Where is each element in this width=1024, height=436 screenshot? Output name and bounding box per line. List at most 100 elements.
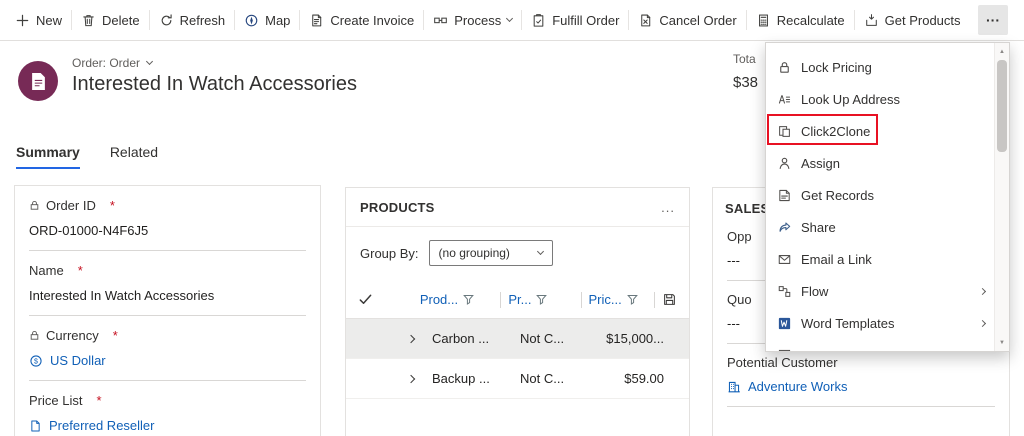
menu-item-label: Look Up Address bbox=[801, 91, 901, 107]
product-row[interactable]: Carbon ... Not C... $15,000... bbox=[346, 319, 689, 359]
filter-funnel-icon[interactable] bbox=[536, 294, 548, 305]
more-commands-button[interactable]: ··· bbox=[978, 5, 1008, 35]
new-button-label: New bbox=[36, 12, 63, 28]
price-list-label: Price List bbox=[29, 393, 83, 408]
order-entity-badge bbox=[18, 61, 58, 101]
scrollbar-thumb[interactable] bbox=[997, 60, 1007, 152]
recalculate-button[interactable]: Recalculate bbox=[747, 0, 854, 41]
order-id-label: Order ID bbox=[46, 198, 96, 213]
total-amount-value: $38 bbox=[733, 74, 759, 91]
products-table-header: Prod... Pr... Pric... bbox=[346, 281, 689, 319]
row-expand-chevron-icon[interactable] bbox=[390, 374, 432, 383]
delete-button[interactable]: Delete bbox=[72, 0, 149, 41]
header-total: Tota $38 bbox=[733, 52, 758, 91]
total-amount-label: Tota bbox=[733, 52, 756, 66]
row-expand-chevron-icon[interactable] bbox=[390, 334, 432, 343]
record-type-switcher[interactable]: Order: Order bbox=[72, 56, 154, 70]
products-header: PRODUCTS ... bbox=[346, 188, 689, 227]
svg-text:$: $ bbox=[34, 358, 38, 365]
tab-related[interactable]: Related bbox=[110, 144, 158, 169]
price-list-field: Price List * Preferred Reseller bbox=[15, 381, 320, 436]
submenu-chevron-icon bbox=[978, 287, 987, 295]
column-separator bbox=[654, 291, 655, 308]
menu-item-click2clone[interactable]: Click2Clone bbox=[766, 115, 993, 147]
column-label: Pric... bbox=[588, 292, 622, 307]
email-icon bbox=[777, 252, 792, 267]
menu-item-label: Word Templates bbox=[801, 315, 895, 331]
column-header-product[interactable]: Prod... bbox=[420, 292, 494, 307]
select-all-checkmark-icon[interactable] bbox=[358, 292, 385, 307]
column-header-pricing[interactable]: Pr... bbox=[508, 292, 573, 307]
chevron-down-icon bbox=[506, 14, 514, 23]
word-icon bbox=[777, 316, 792, 331]
create-invoice-button[interactable]: Create Invoice bbox=[300, 0, 423, 41]
dynamics-order-page: New Delete Refresh Map Create Invoice Pr… bbox=[0, 0, 1024, 436]
lock-icon bbox=[29, 200, 40, 211]
assign-person-icon bbox=[777, 156, 792, 171]
menu-item-assign[interactable]: Assign bbox=[766, 147, 993, 179]
name-field: Name * Interested In Watch Accessories bbox=[15, 251, 320, 316]
share-icon bbox=[777, 220, 792, 235]
potential-customer-field: Potential Customer Adventure Works bbox=[713, 344, 1009, 407]
more-commands-menu: Lock Pricing Click2Clone Look Up Address… bbox=[765, 42, 1010, 352]
group-by-label: Group By: bbox=[360, 245, 419, 261]
product-pricing-cell: Not C... bbox=[520, 331, 565, 346]
report-icon bbox=[777, 348, 792, 351]
order-id-value[interactable]: ORD-01000-N4F6J5 bbox=[29, 213, 306, 251]
save-view-icon[interactable] bbox=[662, 292, 677, 307]
menu-item-word-templates[interactable]: Word Templates bbox=[766, 307, 993, 339]
currency-value: US Dollar bbox=[50, 353, 106, 368]
menu-item-run-report[interactable]: Run Report bbox=[766, 339, 993, 351]
command-bar: New Delete Refresh Map Create Invoice Pr… bbox=[0, 0, 1024, 41]
potential-customer-link[interactable]: Adventure Works bbox=[727, 370, 995, 407]
tab-summary[interactable]: Summary bbox=[16, 144, 80, 169]
menu-item-flow[interactable]: Flow bbox=[766, 275, 993, 307]
submenu-chevron-icon bbox=[978, 319, 987, 327]
map-button[interactable]: Map bbox=[235, 0, 299, 41]
product-price-cell: $59.00 bbox=[624, 371, 664, 386]
currency-field: Currency * $ US Dollar bbox=[15, 316, 320, 381]
field-label-row: Name * bbox=[29, 251, 306, 278]
price-list-value-link[interactable]: Preferred Reseller bbox=[29, 408, 306, 436]
new-button[interactable]: New bbox=[6, 0, 71, 41]
refresh-button[interactable]: Refresh bbox=[150, 0, 235, 41]
delete-button-label: Delete bbox=[102, 12, 140, 28]
menu-item-share[interactable]: Share bbox=[766, 211, 993, 243]
fulfill-order-button[interactable]: Fulfill Order bbox=[522, 0, 628, 41]
filter-funnel-icon[interactable] bbox=[626, 294, 638, 305]
calculator-icon bbox=[756, 13, 771, 28]
cancel-order-button-label: Cancel Order bbox=[659, 12, 737, 28]
product-name-cell: Carbon ... bbox=[432, 331, 490, 346]
column-header-price[interactable]: Pric... bbox=[589, 292, 647, 307]
form-tabs: Summary Related bbox=[16, 144, 158, 169]
process-button[interactable]: Process bbox=[424, 0, 521, 41]
product-price-cell: $15,000... bbox=[606, 331, 664, 346]
product-name-cell: Backup ... bbox=[432, 371, 490, 386]
name-value[interactable]: Interested In Watch Accessories bbox=[29, 278, 306, 316]
group-by-select[interactable]: (no grouping) bbox=[428, 240, 553, 266]
menu-item-look-up-address[interactable]: Click2Clone Look Up Address bbox=[766, 83, 993, 115]
invoice-icon bbox=[309, 13, 324, 28]
scroll-down-arrow-icon[interactable]: ▼ bbox=[995, 336, 1009, 349]
scroll-up-arrow-icon[interactable]: ▲ bbox=[995, 45, 1009, 58]
currency-value-link[interactable]: $ US Dollar bbox=[29, 343, 306, 381]
order-details-panel: Order ID * ORD-01000-N4F6J5 Name * Inter… bbox=[14, 185, 321, 436]
filter-funnel-icon[interactable] bbox=[463, 294, 475, 305]
menu-item-lock-pricing[interactable]: Lock Pricing bbox=[766, 51, 993, 83]
menu-scrollbar[interactable]: ▲ ▼ bbox=[994, 43, 1009, 351]
products-more-button[interactable]: ... bbox=[661, 200, 675, 215]
trash-icon bbox=[81, 13, 96, 28]
product-row[interactable]: Backup ... Not C... $59.00 bbox=[346, 359, 689, 399]
order-id-field: Order ID * ORD-01000-N4F6J5 bbox=[15, 186, 320, 251]
column-label: Pr... bbox=[508, 292, 532, 307]
fulfill-order-icon bbox=[531, 13, 546, 28]
required-marker: * bbox=[112, 328, 118, 343]
menu-item-email-a-link[interactable]: Email a Link bbox=[766, 243, 993, 275]
get-products-button[interactable]: Get Products bbox=[855, 0, 970, 41]
required-marker: * bbox=[109, 198, 115, 213]
order-document-icon bbox=[31, 72, 46, 90]
cancel-order-button[interactable]: Cancel Order bbox=[629, 0, 745, 41]
menu-item-label: Share bbox=[801, 219, 836, 235]
menu-item-get-records[interactable]: Get Records bbox=[766, 179, 993, 211]
group-by-value: (no grouping) bbox=[438, 246, 510, 260]
